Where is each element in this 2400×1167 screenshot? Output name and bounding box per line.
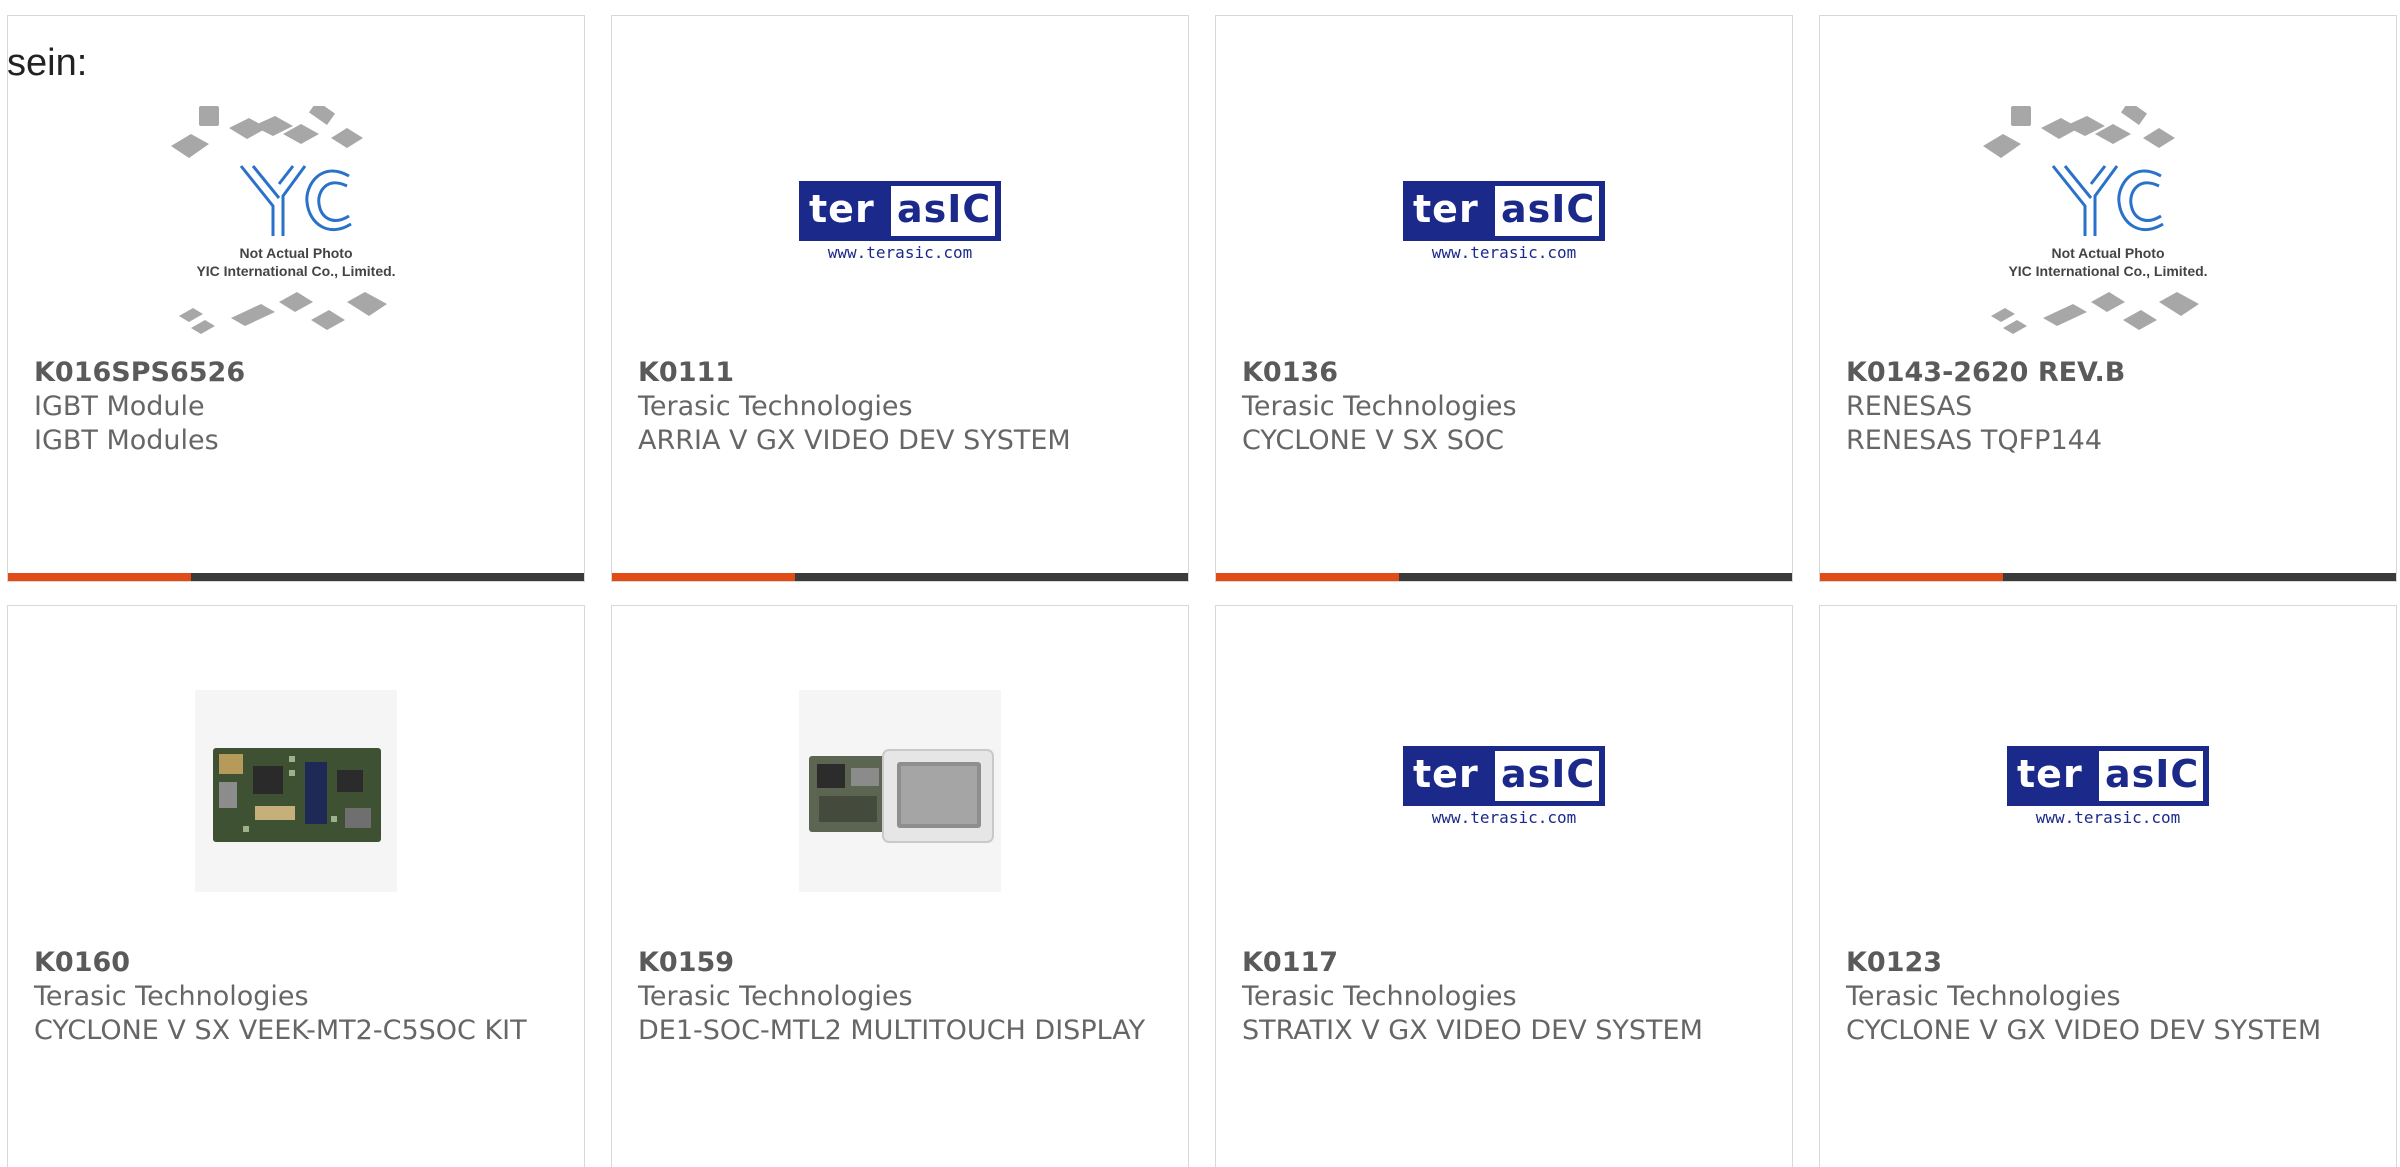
part-number-link[interactable]: K0143-2620 REV.B <box>1846 356 2370 390</box>
yic-caption-line1: Not Actual Photo <box>239 245 352 261</box>
card-bottom-stripe <box>1820 573 2396 581</box>
part-number-link[interactable]: K0160 <box>34 946 558 980</box>
board-photo <box>195 690 397 892</box>
product-info: K0117 Terasic Technologies STRATIX V GX … <box>1242 946 1766 1048</box>
product-card[interactable]: Not Actual Photo YIC International Co., … <box>7 15 585 582</box>
intro-text: sein: <box>7 42 88 84</box>
product-card[interactable]: K0160 Terasic Technologies CYCLONE V SX … <box>7 605 585 1167</box>
card-accent-bar <box>612 573 795 581</box>
manufacturer: Terasic Technologies <box>1242 391 1517 422</box>
terasic-logo-ter: ter <box>2017 752 2083 796</box>
product-info: K0160 Terasic Technologies CYCLONE V SX … <box>34 946 558 1048</box>
product-grid-page: sein: Not Actual Photo YIC International… <box>0 0 2400 1167</box>
product-info: K0111 Terasic Technologies ARRIA V GX VI… <box>638 356 1162 458</box>
manufacturer: Terasic Technologies <box>1242 981 1517 1012</box>
product-description: CYCLONE V GX VIDEO DEV SYSTEM <box>1846 1015 2322 1046</box>
touch-display-photo <box>799 690 1001 892</box>
product-info: K016SPS6526 IGBT Module IGBT Modules <box>34 356 558 458</box>
product-image[interactable]: ter asIC www.terasic.com <box>612 106 1188 346</box>
product-info: K0159 Terasic Technologies DE1-SOC-MTL2 … <box>638 946 1162 1048</box>
terasic-logo-asic: asIC <box>2105 752 2200 796</box>
product-description: ARRIA V GX VIDEO DEV SYSTEM <box>638 425 1071 456</box>
product-card[interactable]: K0159 Terasic Technologies DE1-SOC-MTL2 … <box>611 605 1189 1167</box>
yic-caption-line2: YIC International Co., Limited. <box>2008 263 2207 279</box>
yic-caption-line2: YIC International Co., Limited. <box>196 263 395 279</box>
terasic-logo-url: www.terasic.com <box>1431 808 1577 827</box>
product-description: DE1-SOC-MTL2 MULTITOUCH DISPLAY <box>638 1015 1146 1046</box>
part-number-link[interactable]: K0111 <box>638 356 1162 390</box>
manufacturer: Terasic Technologies <box>638 981 913 1012</box>
product-card[interactable]: ter asIC www.terasic.com K0123 Terasic T… <box>1819 605 2397 1167</box>
part-number-link[interactable]: K0123 <box>1846 946 2370 980</box>
terasic-logo: ter asIC www.terasic.com <box>799 181 1001 271</box>
terasic-logo-ter: ter <box>809 187 875 231</box>
product-image[interactable] <box>8 671 584 911</box>
product-image[interactable] <box>612 671 1188 911</box>
manufacturer: Terasic Technologies <box>1846 981 2121 1012</box>
terasic-logo-ter: ter <box>1413 187 1479 231</box>
manufacturer: IGBT Module <box>34 391 205 422</box>
yic-placeholder-image: Not Actual Photo YIC International Co., … <box>171 106 396 334</box>
card-bottom-stripe <box>1216 573 1792 581</box>
product-description: RENESAS TQFP144 <box>1846 425 2102 456</box>
card-accent-bar <box>1216 573 1399 581</box>
product-image[interactable]: Not Actual Photo YIC International Co., … <box>8 106 584 346</box>
terasic-logo-asic: asIC <box>1501 187 1596 231</box>
product-description: STRATIX V GX VIDEO DEV SYSTEM <box>1242 1015 1703 1046</box>
product-description: CYCLONE V SX VEEK-MT2-C5SOC KIT <box>34 1015 527 1046</box>
product-description: IGBT Modules <box>34 425 219 456</box>
part-number-link[interactable]: K016SPS6526 <box>34 356 558 390</box>
card-accent-bar <box>1820 573 2003 581</box>
product-card[interactable]: ter asIC www.terasic.com K0117 Terasic T… <box>1215 605 1793 1167</box>
product-card[interactable]: ter asIC www.terasic.com K0136 Terasic T… <box>1215 15 1793 582</box>
product-info: K0143-2620 REV.B RENESAS RENESAS TQFP144 <box>1846 356 2370 458</box>
terasic-logo-url: www.terasic.com <box>1431 243 1577 262</box>
terasic-logo-asic: asIC <box>1501 752 1596 796</box>
part-number-link[interactable]: K0117 <box>1242 946 1766 980</box>
product-image[interactable]: ter asIC www.terasic.com <box>1216 106 1792 346</box>
part-number-link[interactable]: K0136 <box>1242 356 1766 390</box>
terasic-logo-url: www.terasic.com <box>2035 808 2181 827</box>
card-bottom-stripe <box>612 573 1188 581</box>
yic-caption-line1: Not Actual Photo <box>2051 245 2164 261</box>
terasic-logo-asic: asIC <box>897 187 992 231</box>
product-description: CYCLONE V SX SOC <box>1242 425 1504 456</box>
card-bottom-stripe <box>8 573 584 581</box>
product-card[interactable]: Not Actual Photo YIC International Co., … <box>1819 15 2397 582</box>
terasic-logo: ter asIC www.terasic.com <box>2007 746 2209 836</box>
product-image[interactable]: ter asIC www.terasic.com <box>1216 671 1792 911</box>
product-image[interactable]: ter asIC www.terasic.com <box>1820 671 2396 911</box>
manufacturer: RENESAS <box>1846 391 1973 422</box>
product-info: K0123 Terasic Technologies CYCLONE V GX … <box>1846 946 2370 1048</box>
terasic-logo: ter asIC www.terasic.com <box>1403 746 1605 836</box>
terasic-logo: ter asIC www.terasic.com <box>1403 181 1605 271</box>
manufacturer: Terasic Technologies <box>638 391 913 422</box>
terasic-logo-url: www.terasic.com <box>827 243 973 262</box>
product-image[interactable]: Not Actual Photo YIC International Co., … <box>1820 106 2396 346</box>
terasic-logo-ter: ter <box>1413 752 1479 796</box>
card-accent-bar <box>8 573 191 581</box>
part-number-link[interactable]: K0159 <box>638 946 1162 980</box>
yic-placeholder-image: Not Actual Photo YIC International Co., … <box>1983 106 2208 334</box>
product-card[interactable]: ter asIC www.terasic.com K0111 Terasic T… <box>611 15 1189 582</box>
product-info: K0136 Terasic Technologies CYCLONE V SX … <box>1242 356 1766 458</box>
manufacturer: Terasic Technologies <box>34 981 309 1012</box>
